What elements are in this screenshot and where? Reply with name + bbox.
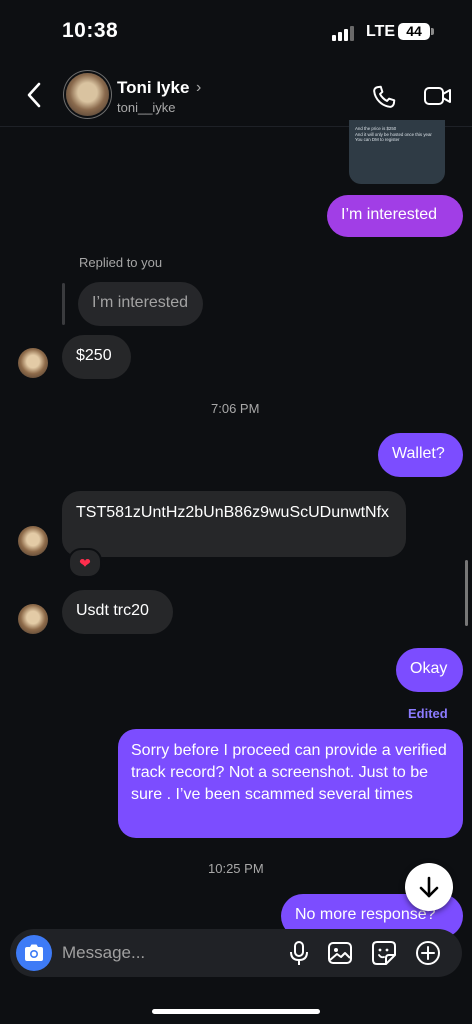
scrollbar[interactable]	[465, 560, 468, 626]
message-outgoing[interactable]: Okay	[396, 648, 463, 692]
sticker-icon	[372, 941, 396, 965]
sender-avatar[interactable]	[18, 348, 48, 378]
plus-circle-icon	[416, 941, 440, 965]
sticker-button[interactable]	[371, 940, 397, 966]
cellular-signal-icon	[332, 26, 354, 41]
camera-button[interactable]	[16, 935, 52, 971]
camera-icon	[25, 944, 43, 961]
scroll-to-bottom-button[interactable]	[405, 863, 453, 911]
phone-icon	[373, 85, 396, 108]
sender-avatar[interactable]	[18, 604, 48, 634]
network-type: LTE	[366, 23, 396, 40]
battery-level: 44	[398, 23, 430, 40]
replied-label: Replied to you	[79, 255, 163, 270]
message-incoming[interactable]: TST581zUntHz2bUnB86z9wuScUDunwtNfx	[62, 491, 406, 557]
message-outgoing[interactable]: Sorry before I proceed can provide a ver…	[118, 729, 463, 838]
shared-post-text: And the price is $250 And it will only b…	[355, 126, 432, 142]
message-incoming[interactable]: $250	[62, 335, 131, 379]
home-indicator[interactable]	[152, 1009, 320, 1014]
sender-avatar[interactable]	[18, 526, 48, 556]
contact-name[interactable]: Toni Iyke	[117, 78, 189, 98]
message-incoming[interactable]: Usdt trc20	[62, 590, 173, 634]
heart-reaction[interactable]: ❤	[68, 548, 102, 578]
video-call-button[interactable]	[423, 84, 453, 113]
shared-post-preview[interactable]: And the price is $250 And it will only b…	[349, 120, 445, 184]
message-input[interactable]: Message...	[62, 943, 145, 963]
timestamp: 7:06 PM	[211, 401, 260, 416]
video-camera-icon	[424, 87, 451, 105]
back-button[interactable]	[26, 82, 42, 113]
image-icon	[328, 942, 352, 964]
battery-cap	[431, 28, 434, 35]
contact-username[interactable]: toni__iyke	[117, 100, 176, 115]
message-outgoing[interactable]: I’m interested	[327, 195, 463, 237]
chevron-left-icon	[27, 82, 41, 108]
arrow-down-icon	[419, 876, 439, 898]
chevron-right-icon[interactable]: ›	[196, 79, 201, 97]
more-options-button[interactable]	[415, 940, 441, 966]
status-time: 10:38	[62, 19, 119, 42]
audio-call-button[interactable]	[370, 83, 398, 116]
gallery-button[interactable]	[327, 940, 353, 966]
reply-quote[interactable]: I’m interested	[78, 282, 203, 326]
edited-label: Edited	[408, 706, 448, 721]
timestamp: 10:25 PM	[208, 861, 264, 876]
reply-indicator-bar	[62, 283, 65, 325]
message-outgoing[interactable]: Wallet?	[378, 433, 463, 477]
contact-avatar[interactable]	[66, 73, 109, 116]
voice-message-button[interactable]	[286, 940, 312, 966]
microphone-icon	[290, 941, 308, 965]
